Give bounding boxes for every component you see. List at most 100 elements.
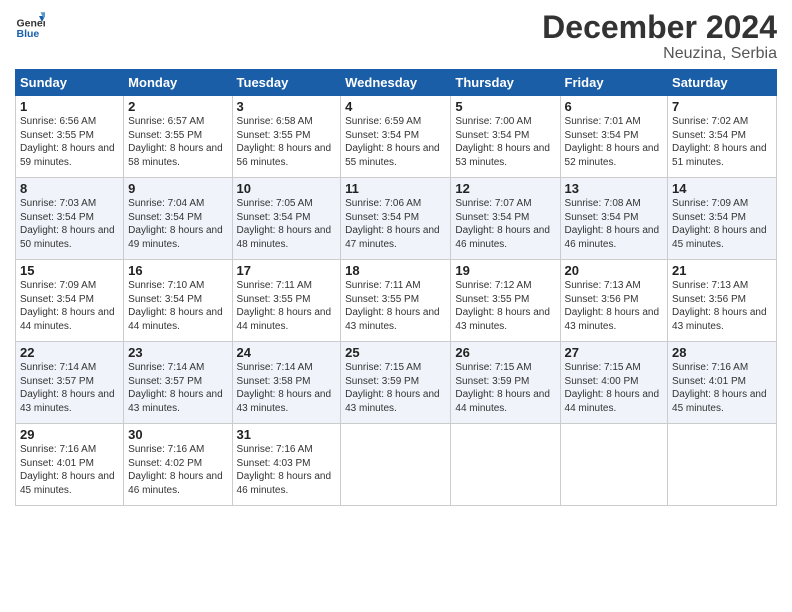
month-title: December 2024 [542,10,777,45]
page-container: General Blue December 2024 Neuzina, Serb… [0,0,792,511]
calendar-day-cell [451,424,560,506]
calendar-day-cell [341,424,451,506]
day-detail: Sunrise: 7:15 AMSunset: 3:59 PMDaylight:… [455,362,550,414]
day-detail: Sunrise: 6:56 AMSunset: 3:55 PMDaylight:… [20,116,115,168]
calendar-week-row: 1 Sunrise: 6:56 AMSunset: 3:55 PMDayligh… [16,96,777,178]
day-number: 29 [20,427,119,442]
day-number: 3 [237,99,337,114]
calendar-day-cell: 6 Sunrise: 7:01 AMSunset: 3:54 PMDayligh… [560,96,668,178]
day-number: 25 [345,345,446,360]
calendar-day-cell: 21 Sunrise: 7:13 AMSunset: 3:56 PMDaylig… [668,260,777,342]
logo-icon: General Blue [15,10,45,40]
calendar-day-cell: 8 Sunrise: 7:03 AMSunset: 3:54 PMDayligh… [16,178,124,260]
day-number: 19 [455,263,555,278]
calendar-day-cell: 11 Sunrise: 7:06 AMSunset: 3:54 PMDaylig… [341,178,451,260]
calendar-day-cell: 16 Sunrise: 7:10 AMSunset: 3:54 PMDaylig… [124,260,232,342]
calendar-day-cell: 31 Sunrise: 7:16 AMSunset: 4:03 PMDaylig… [232,424,341,506]
day-number: 1 [20,99,119,114]
day-detail: Sunrise: 7:16 AMSunset: 4:02 PMDaylight:… [128,444,223,496]
calendar-day-cell: 12 Sunrise: 7:07 AMSunset: 3:54 PMDaylig… [451,178,560,260]
day-detail: Sunrise: 7:09 AMSunset: 3:54 PMDaylight:… [672,198,767,250]
calendar-day-cell: 18 Sunrise: 7:11 AMSunset: 3:55 PMDaylig… [341,260,451,342]
calendar-week-row: 29 Sunrise: 7:16 AMSunset: 4:01 PMDaylig… [16,424,777,506]
day-number: 17 [237,263,337,278]
calendar-table: SundayMondayTuesdayWednesdayThursdayFrid… [15,69,777,506]
header: General Blue December 2024 Neuzina, Serb… [15,10,777,63]
day-detail: Sunrise: 6:59 AMSunset: 3:54 PMDaylight:… [345,116,440,168]
logo: General Blue [15,10,45,40]
day-number: 26 [455,345,555,360]
day-number: 15 [20,263,119,278]
calendar-week-row: 22 Sunrise: 7:14 AMSunset: 3:57 PMDaylig… [16,342,777,424]
day-number: 5 [455,99,555,114]
day-number: 20 [565,263,664,278]
calendar-day-cell: 22 Sunrise: 7:14 AMSunset: 3:57 PMDaylig… [16,342,124,424]
day-detail: Sunrise: 7:07 AMSunset: 3:54 PMDaylight:… [455,198,550,250]
day-detail: Sunrise: 7:13 AMSunset: 3:56 PMDaylight:… [565,280,660,332]
day-number: 28 [672,345,772,360]
day-detail: Sunrise: 7:01 AMSunset: 3:54 PMDaylight:… [565,116,660,168]
day-number: 12 [455,181,555,196]
day-detail: Sunrise: 7:14 AMSunset: 3:58 PMDaylight:… [237,362,332,414]
calendar-day-cell: 28 Sunrise: 7:16 AMSunset: 4:01 PMDaylig… [668,342,777,424]
day-number: 27 [565,345,664,360]
day-detail: Sunrise: 7:11 AMSunset: 3:55 PMDaylight:… [237,280,332,332]
weekday-header: Sunday [16,70,124,96]
day-detail: Sunrise: 7:09 AMSunset: 3:54 PMDaylight:… [20,280,115,332]
day-number: 8 [20,181,119,196]
calendar-day-cell: 24 Sunrise: 7:14 AMSunset: 3:58 PMDaylig… [232,342,341,424]
calendar-day-cell: 3 Sunrise: 6:58 AMSunset: 3:55 PMDayligh… [232,96,341,178]
calendar-day-cell: 2 Sunrise: 6:57 AMSunset: 3:55 PMDayligh… [124,96,232,178]
day-number: 21 [672,263,772,278]
calendar-week-row: 15 Sunrise: 7:09 AMSunset: 3:54 PMDaylig… [16,260,777,342]
calendar-day-cell: 13 Sunrise: 7:08 AMSunset: 3:54 PMDaylig… [560,178,668,260]
calendar-day-cell: 30 Sunrise: 7:16 AMSunset: 4:02 PMDaylig… [124,424,232,506]
day-number: 18 [345,263,446,278]
day-number: 22 [20,345,119,360]
day-detail: Sunrise: 7:16 AMSunset: 4:01 PMDaylight:… [672,362,767,414]
day-detail: Sunrise: 7:10 AMSunset: 3:54 PMDaylight:… [128,280,223,332]
day-detail: Sunrise: 7:03 AMSunset: 3:54 PMDaylight:… [20,198,115,250]
day-number: 11 [345,181,446,196]
weekday-header: Saturday [668,70,777,96]
day-detail: Sunrise: 7:16 AMSunset: 4:01 PMDaylight:… [20,444,115,496]
calendar-day-cell: 20 Sunrise: 7:13 AMSunset: 3:56 PMDaylig… [560,260,668,342]
day-number: 31 [237,427,337,442]
day-detail: Sunrise: 7:14 AMSunset: 3:57 PMDaylight:… [128,362,223,414]
calendar-day-cell: 9 Sunrise: 7:04 AMSunset: 3:54 PMDayligh… [124,178,232,260]
calendar-day-cell: 25 Sunrise: 7:15 AMSunset: 3:59 PMDaylig… [341,342,451,424]
calendar-day-cell [668,424,777,506]
day-detail: Sunrise: 7:15 AMSunset: 4:00 PMDaylight:… [565,362,660,414]
calendar-day-cell: 1 Sunrise: 6:56 AMSunset: 3:55 PMDayligh… [16,96,124,178]
day-number: 23 [128,345,227,360]
calendar-day-cell: 19 Sunrise: 7:12 AMSunset: 3:55 PMDaylig… [451,260,560,342]
day-detail: Sunrise: 7:14 AMSunset: 3:57 PMDaylight:… [20,362,115,414]
day-detail: Sunrise: 7:15 AMSunset: 3:59 PMDaylight:… [345,362,440,414]
weekday-header: Monday [124,70,232,96]
calendar-day-cell: 10 Sunrise: 7:05 AMSunset: 3:54 PMDaylig… [232,178,341,260]
day-detail: Sunrise: 7:04 AMSunset: 3:54 PMDaylight:… [128,198,223,250]
calendar-day-cell: 7 Sunrise: 7:02 AMSunset: 3:54 PMDayligh… [668,96,777,178]
day-number: 7 [672,99,772,114]
calendar-day-cell: 26 Sunrise: 7:15 AMSunset: 3:59 PMDaylig… [451,342,560,424]
day-detail: Sunrise: 7:12 AMSunset: 3:55 PMDaylight:… [455,280,550,332]
day-number: 10 [237,181,337,196]
calendar-day-cell: 29 Sunrise: 7:16 AMSunset: 4:01 PMDaylig… [16,424,124,506]
calendar-day-cell: 14 Sunrise: 7:09 AMSunset: 3:54 PMDaylig… [668,178,777,260]
title-block: December 2024 Neuzina, Serbia [542,10,777,63]
calendar-day-cell: 27 Sunrise: 7:15 AMSunset: 4:00 PMDaylig… [560,342,668,424]
subtitle: Neuzina, Serbia [542,45,777,63]
day-detail: Sunrise: 7:02 AMSunset: 3:54 PMDaylight:… [672,116,767,168]
day-detail: Sunrise: 7:11 AMSunset: 3:55 PMDaylight:… [345,280,440,332]
day-detail: Sunrise: 6:57 AMSunset: 3:55 PMDaylight:… [128,116,223,168]
day-number: 24 [237,345,337,360]
day-number: 9 [128,181,227,196]
calendar-day-cell: 4 Sunrise: 6:59 AMSunset: 3:54 PMDayligh… [341,96,451,178]
weekday-header-row: SundayMondayTuesdayWednesdayThursdayFrid… [16,70,777,96]
day-number: 2 [128,99,227,114]
calendar-day-cell: 17 Sunrise: 7:11 AMSunset: 3:55 PMDaylig… [232,260,341,342]
day-number: 4 [345,99,446,114]
calendar-day-cell: 23 Sunrise: 7:14 AMSunset: 3:57 PMDaylig… [124,342,232,424]
weekday-header: Thursday [451,70,560,96]
weekday-header: Friday [560,70,668,96]
